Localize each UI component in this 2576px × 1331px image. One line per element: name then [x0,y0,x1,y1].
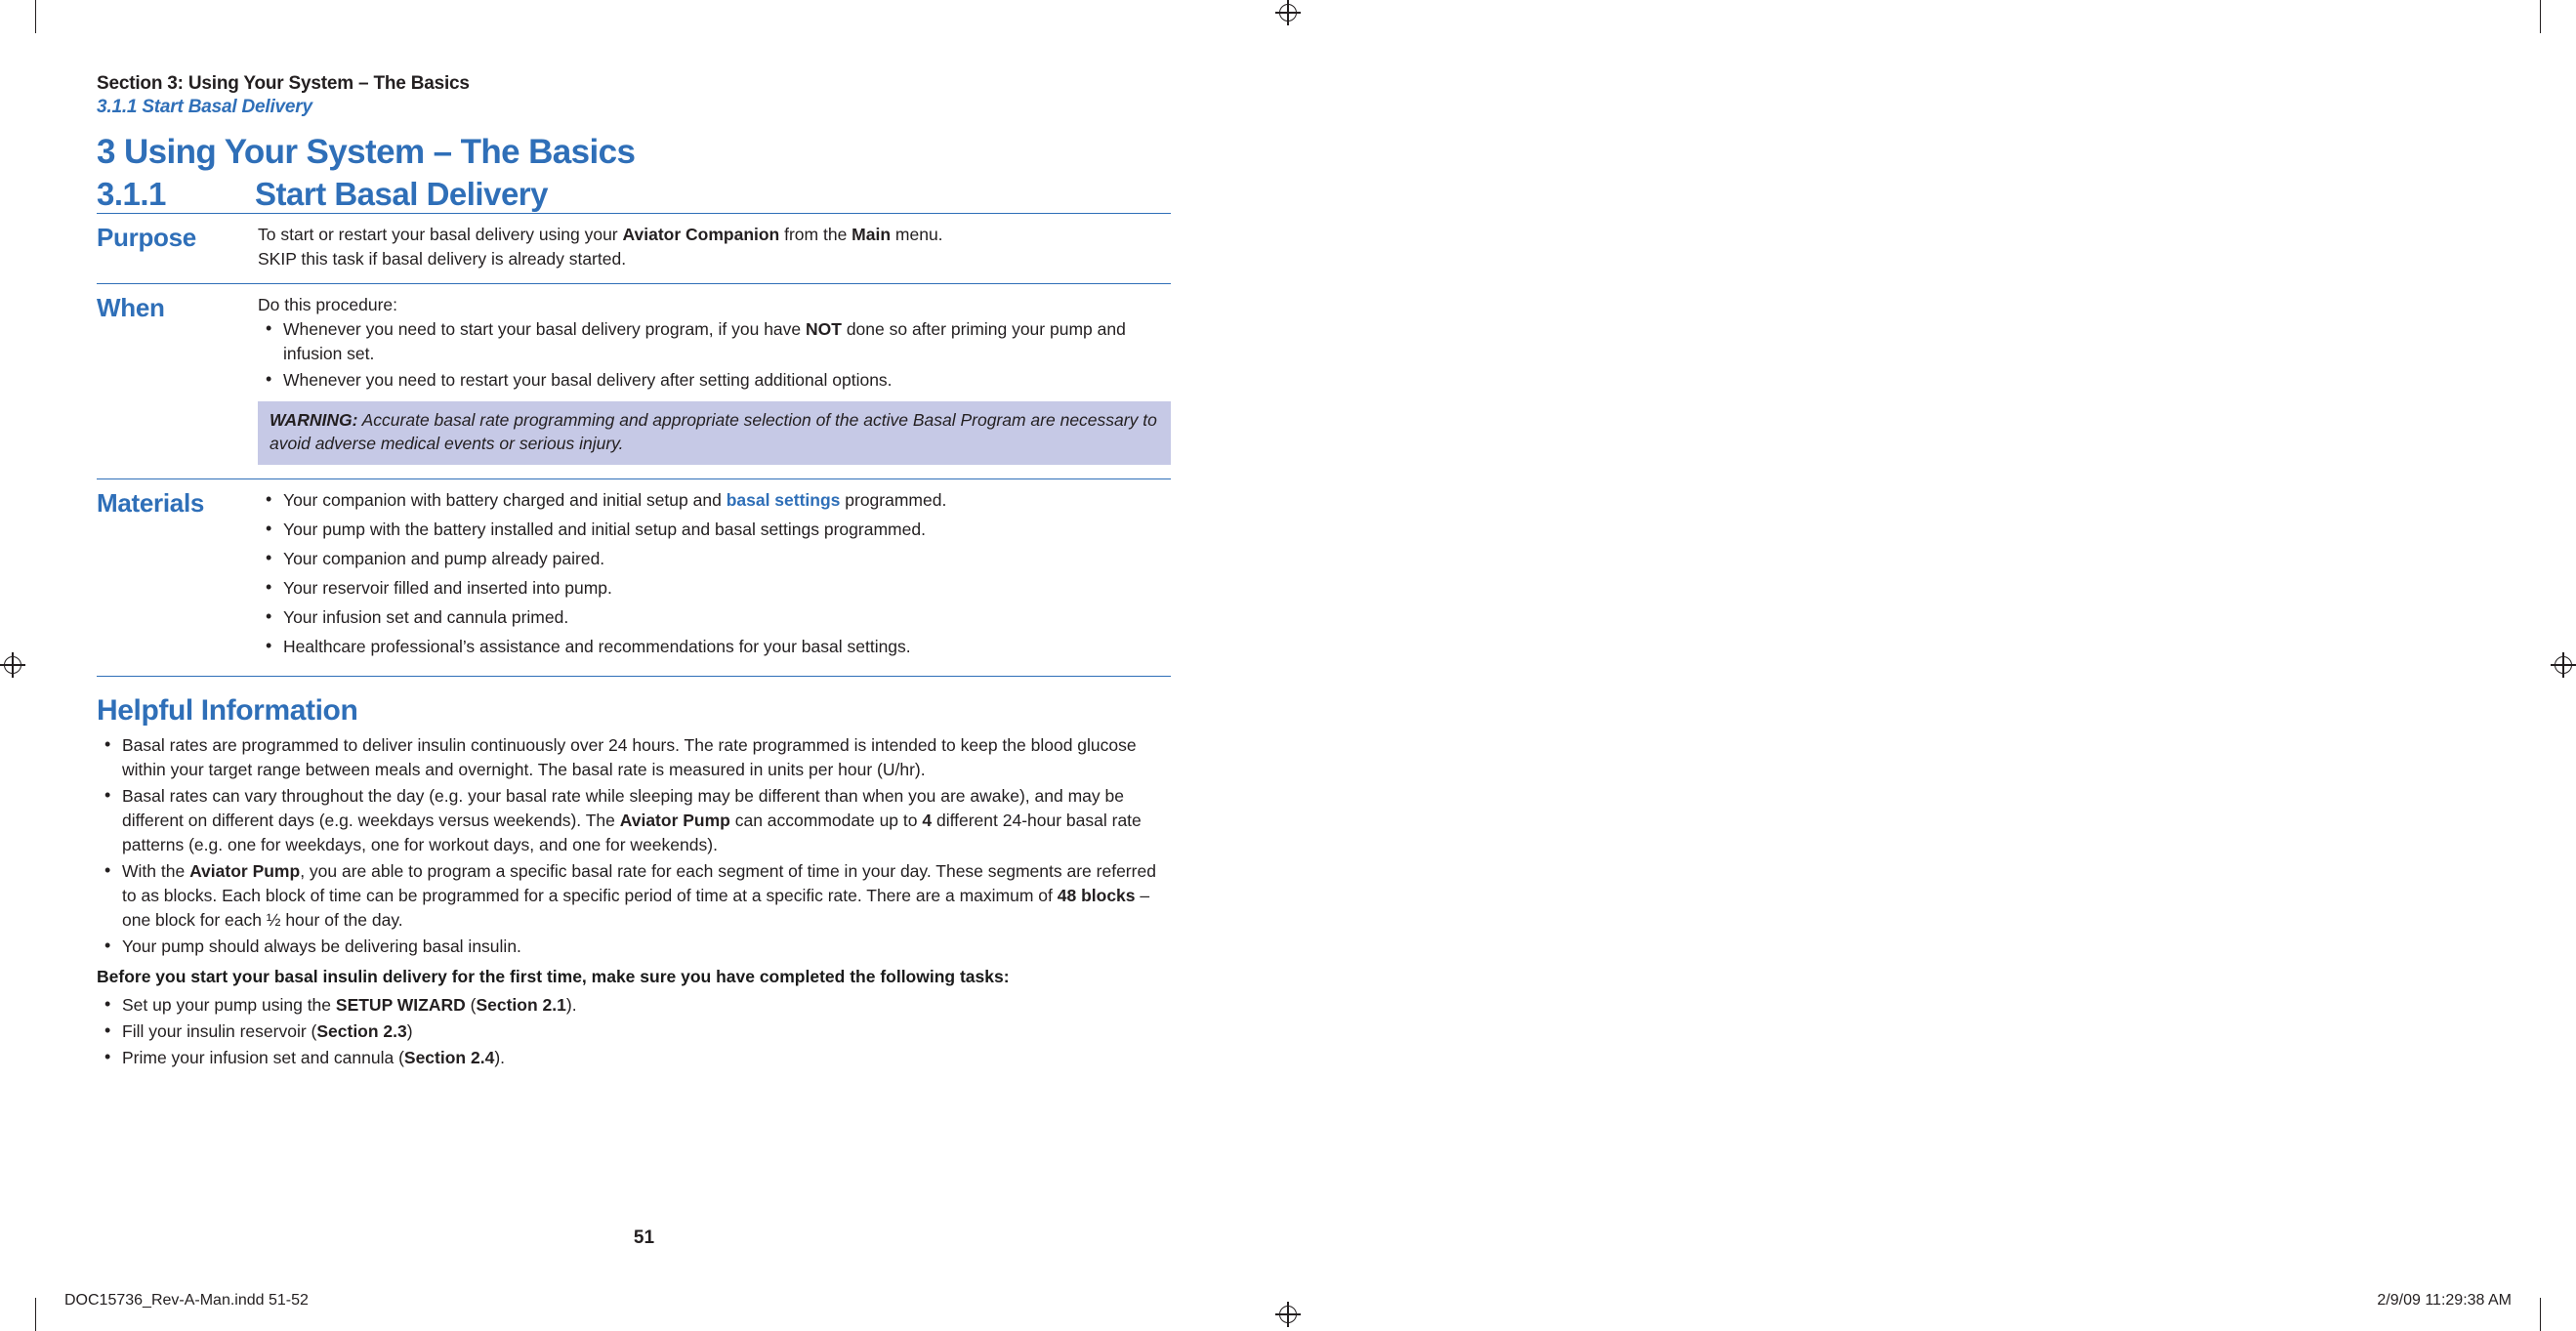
tasks-bullet-list: Set up your pump using the SETUP WIZARD … [97,992,1171,1070]
list-item: Healthcare professional’s assistance and… [258,634,1171,659]
left-runhead-section: Section 3: Using Your System – The Basic… [97,73,470,94]
helpful-bullet-list: Basal rates are programmed to deliver in… [97,732,1171,959]
purpose-when-materials-table: Purpose To start or restart your basal d… [97,212,1171,677]
right-page: Section 3: Using Your System – The Basic… [1288,0,2576,1331]
purpose-label: Purpose [97,222,196,252]
materials-2: Your companion and pump already paired. [283,548,605,568]
when-label-cell: When [97,282,258,479]
materials-3: Your reservoir filled and inserted into … [283,577,612,598]
purpose-text-mid: from the [779,224,852,244]
purpose-bold-companion: Aviator Companion [622,224,780,244]
list-item: Your pump with the battery installed and… [258,517,1171,542]
list-item: Your infusion set and cannula primed. [258,604,1171,630]
list-item: Whenever you need to start your basal de… [258,316,1171,366]
purpose-text: To start or restart your basal delivery … [258,223,1171,271]
table-row-materials: Materials Your companion with battery ch… [97,478,1171,677]
section-title: Start Basal Delivery [255,175,549,212]
materials-0-post: programmed. [840,489,947,510]
left-runhead-subsection: 3.1.1 Start Basal Delivery [97,96,312,117]
table-row-purpose: Purpose To start or restart your basal d… [97,212,1171,284]
purpose-text-pre: To start or restart your basal delivery … [258,224,623,244]
purpose-bold-main: Main [852,224,892,244]
section-heading: 3.1.1 Start Basal Delivery [97,176,1171,213]
left-page: Section 3: Using Your System – The Basic… [0,0,1288,1331]
when-intro: Do this procedure: [258,294,397,314]
materials-label: Materials [97,487,205,518]
chapter-title: 3 Using Your System – The Basics [97,132,636,171]
list-item: With the Aviator Pump, you are able to p… [97,858,1171,933]
left-running-head: Section 3: Using Your System – The Basic… [97,72,1171,119]
materials-label-cell: Materials [97,478,258,677]
materials-bullet-list: Your companion with battery charged and … [258,487,1171,659]
when-bullet-0-bold: NOT [806,318,842,339]
helpful-information-heading: Helpful Information [97,693,358,727]
purpose-text-post: menu. [891,224,943,244]
materials-1: Your pump with the battery installed and… [283,519,926,539]
section-number: 3.1.1 [97,175,166,212]
purpose-body-cell: To start or restart your basal delivery … [258,212,1171,284]
list-item: Prime your infusion set and cannula (Sec… [97,1045,1171,1070]
purpose-line2: SKIP this task if basal delivery is alre… [258,248,627,269]
when-bullet-0-pre: Whenever you need to start your basal de… [283,318,806,339]
list-item: Set up your pump using the SETUP WIZARD … [97,992,1171,1018]
imprint-timestamp: 2/9/09 11:29:38 AM [2377,1292,2512,1309]
warning-text: Accurate basal rate programming and appr… [270,409,1157,454]
list-item: Basal rates can vary throughout the day … [97,783,1171,857]
materials-4: Your infusion set and cannula primed. [283,606,569,627]
left-page-content: Section 3: Using Your System – The Basic… [97,72,1171,1072]
list-item: Whenever you need to restart your basal … [258,367,1171,393]
left-page-number: 51 [633,1227,655,1248]
list-item: Fill your insulin reservoir (Section 2.3… [97,1019,1171,1044]
before-you-start-lead: Before you start your basal insulin deli… [97,966,1010,986]
materials-5: Healthcare professional’s assistance and… [283,636,911,656]
purpose-label-cell: Purpose [97,212,258,284]
list-item: Your reservoir filled and inserted into … [258,575,1171,601]
when-bullet-list: Whenever you need to start your basal de… [258,316,1171,393]
page-spread: Section 3: Using Your System – The Basic… [0,0,2576,1331]
list-item: Basal rates are programmed to deliver in… [97,732,1171,782]
materials-body-cell: Your companion with battery charged and … [258,478,1171,677]
materials-0-pre: Your companion with battery charged and … [283,489,727,510]
when-bullet-1-pre: Whenever you need to restart your basal … [283,369,893,390]
list-item: Your companion with battery charged and … [258,487,1171,513]
warning-box: WARNING: Accurate basal rate programming… [258,400,1171,465]
basal-settings-link[interactable]: basal settings [727,490,841,510]
imprint-filename: DOC15736_Rev-A-Man.indd 51-52 [64,1292,309,1309]
list-item: Your pump should always be delivering ba… [97,934,1171,959]
when-body-cell: Do this procedure: Whenever you need to … [258,282,1171,479]
list-item: Your companion and pump already paired. [258,546,1171,571]
warning-label: WARNING: [270,409,358,430]
table-row-when: When Do this procedure: Whenever you nee… [97,282,1171,479]
when-label: When [97,292,165,322]
